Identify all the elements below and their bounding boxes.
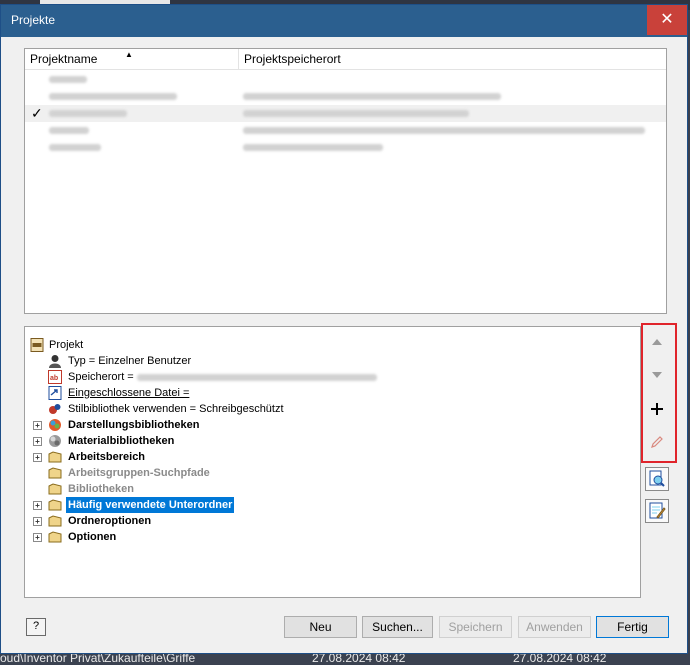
redacted-project-name [49,93,177,100]
project-list-header: Projektname ▲ Projektspeicherort [25,49,666,70]
expand-icon[interactable]: + [33,421,42,430]
redacted-project-path [243,110,469,117]
close-button[interactable]: ✕ [647,5,687,35]
folder-icon [48,467,62,479]
title-bar[interactable]: Projekte ✕ [1,5,687,37]
tree-node-label: Optionen [68,531,117,543]
tree-node-label: Materialbibliotheken [68,435,175,447]
browse-button[interactable]: Suchen... [362,616,433,638]
column-label-projektspeicherort: Projektspeicherort [244,52,341,66]
tree-node-ordneroptionen[interactable]: + Ordneroptionen [25,513,425,529]
redacted-project-path [243,93,501,100]
tree-node-label: Stilbibliothek verwenden = Schreibgeschü… [68,403,284,415]
appearance-library-icon [49,419,61,431]
expand-icon[interactable]: + [33,437,42,446]
project-row[interactable] [25,122,666,139]
tree-node-label: Arbeitsgruppen-Suchpfade [68,467,210,479]
window-title: Projekte [11,13,56,27]
expand-icon[interactable]: + [33,533,42,542]
tree-node-label: Typ = Einzelner Benutzer [68,355,192,367]
column-label-projektname: Projektname [30,52,98,66]
column-header-projektname[interactable]: Projektname ▲ [25,49,239,69]
done-button[interactable]: Fertig [596,616,669,638]
redacted-project-name [49,110,127,117]
tree-node-stilbibliothek[interactable]: Stilbibliothek verwenden = Schreibgeschü… [25,401,425,417]
linked-file-icon [48,386,62,400]
tree-node-label: Ordneroptionen [68,515,152,527]
redacted-project-path [243,144,383,151]
tree-node-label: Darstellungsbibliotheken [68,419,200,431]
redacted-project-name [49,76,87,83]
magnifier-document-icon [649,470,665,487]
tree-node-label: Arbeitsbereich [68,451,146,463]
material-library-icon [49,435,61,447]
redacted-project-path [243,127,645,134]
folder-icon [48,499,62,511]
style-library-icon [49,404,61,414]
tree-node-label: Projekt [49,339,84,351]
tree-node-optionen[interactable]: + Optionen [25,529,425,545]
tree-node-label: Speicherort = [68,371,134,383]
tree-node-projekt[interactable]: Projekt [25,337,425,353]
expand-icon[interactable]: + [33,501,42,510]
edit-document-icon [649,502,666,519]
redacted-project-name [49,144,101,151]
tree-node-speicherort[interactable]: ab Speicherort = [25,369,585,385]
save-button[interactable]: Speichern [439,616,512,638]
user-icon [49,355,61,368]
tree-node-bibliotheken[interactable]: Bibliotheken [25,481,425,497]
project-row[interactable] [25,71,666,88]
find-file-button[interactable] [645,467,669,491]
folder-icon [48,531,62,543]
tree-node-haeufig-verwendete-unterordner[interactable]: + Häufig verwendete Unterordner [25,497,425,513]
project-file-icon [30,338,44,352]
tree-node-materialbibliotheken[interactable]: + Materialbibliotheken [25,433,425,449]
help-button[interactable]: ? [26,618,46,636]
project-row[interactable] [25,88,666,105]
redacted-project-name [49,127,89,134]
tree-node-arbeitsbereich[interactable]: + Arbeitsbereich [25,449,425,465]
help-icon: ? [32,620,40,632]
close-icon: ✕ [660,11,674,28]
column-header-projektspeicherort[interactable]: Projektspeicherort [239,49,666,69]
tree-node-darstellungsbibliotheken[interactable]: + Darstellungsbibliotheken [25,417,425,433]
tree-node-typ[interactable]: Typ = Einzelner Benutzer [25,353,425,369]
tree-node-arbeitsgruppen-suchpfade[interactable]: Arbeitsgruppen-Suchpfade [25,465,425,481]
new-button[interactable]: Neu [284,616,357,638]
folder-icon [48,515,62,527]
highlight-box [641,323,677,463]
tree-node-eingeschlossene-datei[interactable]: Eingeschlossene Datei = [25,385,425,401]
folder-icon [48,451,62,463]
expand-icon[interactable]: + [33,517,42,526]
edit-file-button[interactable] [645,499,669,523]
tree-node-label: Häufig verwendete Unterordner [66,497,235,513]
tree-node-label: Bibliotheken [68,483,135,495]
sort-ascending-icon: ▲ [125,50,133,59]
project-row-active[interactable]: ✓ [25,105,666,122]
svg-text:ab: ab [50,375,58,382]
active-project-check-icon: ✓ [31,105,43,121]
project-row[interactable] [25,139,666,156]
project-settings-tree[interactable]: Projekt Typ = Einzelner Benutzer ab Spei… [24,326,641,598]
redacted-location-path [137,374,377,381]
expand-icon[interactable]: + [33,453,42,462]
text-field-icon: ab [48,370,62,384]
tree-node-label: Eingeschlossene Datei = [68,387,190,399]
project-list[interactable]: Projektname ▲ Projektspeicherort ✓ [24,48,667,314]
projects-dialog: Projekte ✕ Projektname ▲ Projektspeicher… [0,4,688,654]
apply-button[interactable]: Anwenden [518,616,591,638]
folder-icon [48,483,62,495]
